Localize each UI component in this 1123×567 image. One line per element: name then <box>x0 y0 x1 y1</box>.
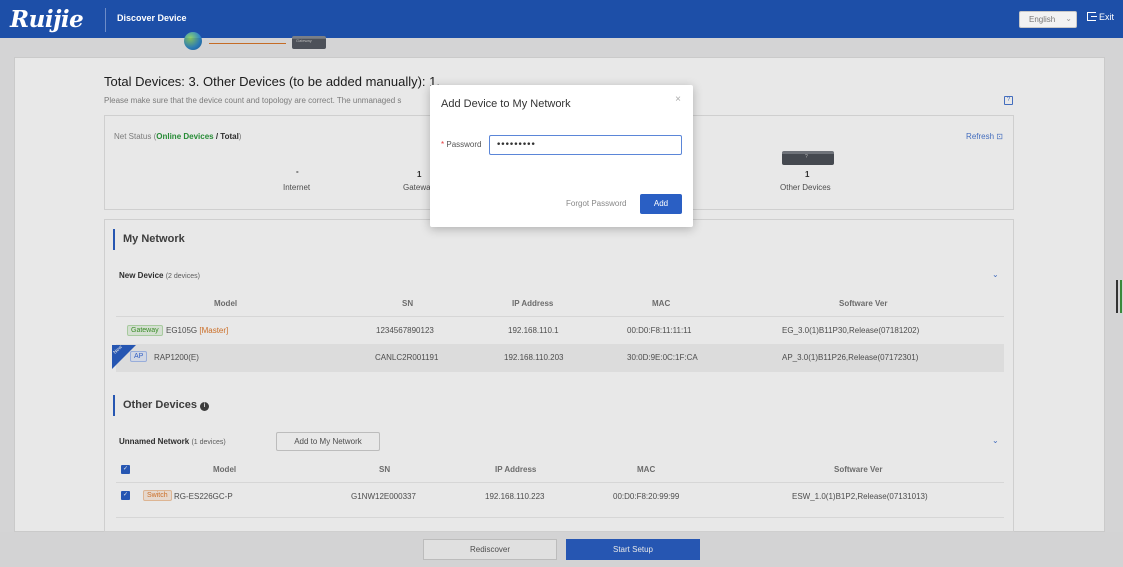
required-mark: * <box>441 140 445 149</box>
password-label-text: Password <box>446 140 482 149</box>
forgot-password-link[interactable]: Forgot Password <box>566 199 626 208</box>
password-label: * Password <box>441 140 481 149</box>
top-bar: Ruijie Discover Device English ⌄ Exit <box>0 0 1123 38</box>
add-device-modal: Add Device to My Network × * Password Fo… <box>430 85 693 227</box>
exit-button[interactable]: Exit <box>1087 12 1114 22</box>
exit-label: Exit <box>1099 12 1115 22</box>
add-button[interactable]: Add <box>640 194 682 214</box>
language-select[interactable]: English ⌄ <box>1019 11 1077 28</box>
modal-title: Add Device to My Network <box>441 98 571 110</box>
ruijie-logo: Ruijie <box>10 6 84 33</box>
language-value: English <box>1029 15 1056 24</box>
password-input[interactable] <box>489 135 682 155</box>
header-divider <box>105 8 106 32</box>
page-title: Discover Device <box>117 13 187 23</box>
exit-icon <box>1087 12 1097 21</box>
scrollbar-handle[interactable] <box>1116 280 1122 313</box>
close-icon[interactable]: × <box>675 94 681 105</box>
chevron-down-icon: ⌄ <box>1065 14 1072 23</box>
